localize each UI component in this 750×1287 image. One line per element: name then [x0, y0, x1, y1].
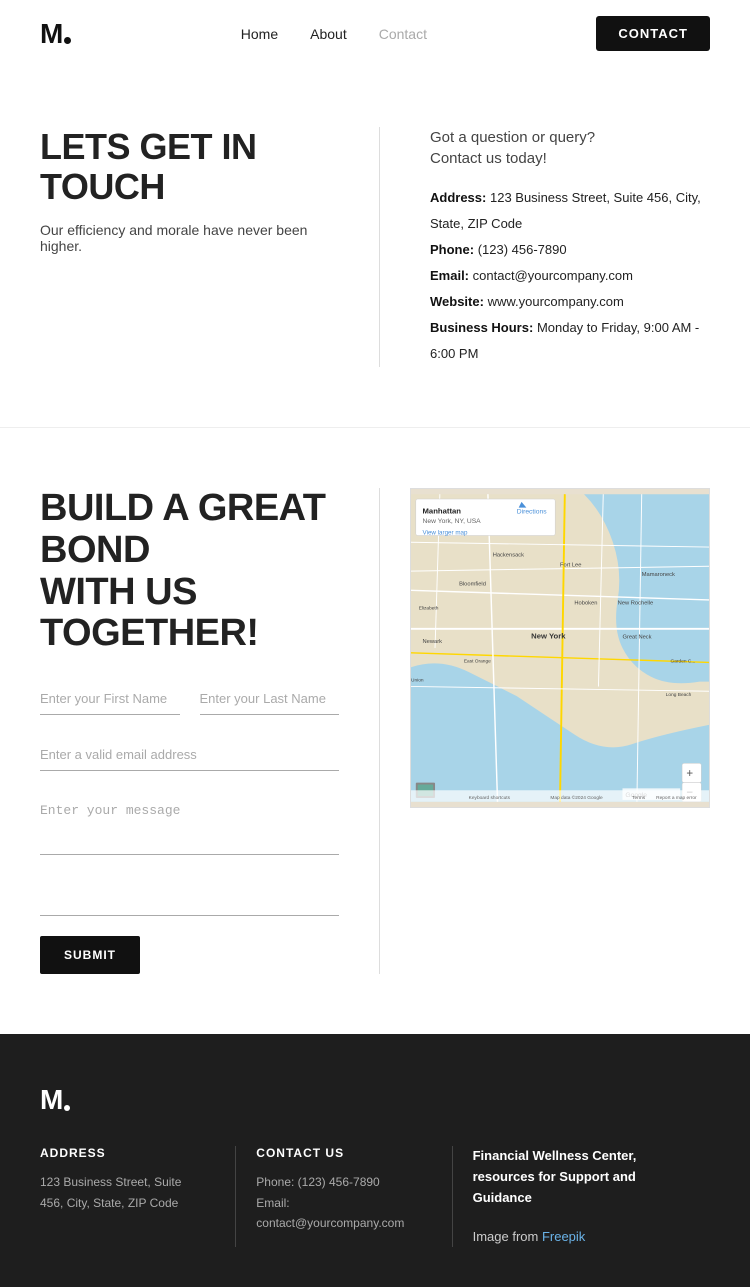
contact-tagline: Got a question or query? Contact us toda…: [430, 127, 710, 169]
svg-text:Elizabeth: Elizabeth: [419, 606, 439, 612]
footer-columns: ADDRESS 123 Business Street, Suite 456, …: [40, 1146, 710, 1247]
website-value: www.yourcompany.com: [488, 294, 624, 309]
svg-text:Union: Union: [411, 678, 424, 684]
svg-text:Terms: Terms: [632, 795, 646, 801]
website-row: Website: www.yourcompany.com: [430, 289, 710, 315]
bond-section: BUILD A GREAT BOND WITH US TOGETHER! SUB…: [0, 428, 750, 1034]
footer-divider2: [452, 1146, 453, 1247]
footer-divider1: [235, 1146, 236, 1247]
name-row: [40, 683, 339, 715]
svg-text:Newark: Newark: [423, 639, 443, 645]
last-name-group: [200, 683, 340, 715]
svg-text:Great Neck: Great Neck: [622, 634, 651, 640]
extra-group: [40, 884, 339, 916]
footer-resource-col: Financial Wellness Center, resources for…: [473, 1146, 710, 1247]
svg-text:New Rochelle: New Rochelle: [618, 601, 653, 607]
get-in-touch-section: LETS GET IN TOUCH Our efficiency and mor…: [0, 67, 750, 428]
map-svg: Newark New York Bloomfield Elizabeth Mam…: [411, 489, 709, 807]
section1-heading: LETS GET IN TOUCH: [40, 127, 339, 206]
footer-contact-col: CONTACT US Phone: (123) 456-7890 Email: …: [256, 1146, 431, 1247]
hours-row: Business Hours: Monday to Friday, 9:00 A…: [430, 315, 710, 367]
phone-label: Phone:: [430, 242, 474, 257]
footer-address-label: ADDRESS: [40, 1146, 195, 1160]
last-name-input[interactable]: [200, 683, 340, 715]
contact-info: Got a question or query? Contact us toda…: [380, 127, 710, 367]
svg-text:New York: New York: [531, 631, 566, 640]
svg-text:View larger map: View larger map: [423, 530, 468, 537]
footer-phone: Phone: (123) 456-7890: [256, 1172, 411, 1192]
address-row: Address: 123 Business Street, Suite 456,…: [430, 185, 710, 237]
svg-text:Keyboard shortcuts: Keyboard shortcuts: [469, 795, 511, 801]
contact-details: Address: 123 Business Street, Suite 456,…: [430, 185, 710, 367]
first-name-group: [40, 683, 180, 715]
svg-text:Directions: Directions: [517, 508, 548, 515]
get-in-touch-left: LETS GET IN TOUCH Our efficiency and mor…: [40, 127, 380, 367]
hours-label: Business Hours:: [430, 320, 533, 335]
email-input[interactable]: [40, 739, 339, 771]
email-label: Email:: [430, 268, 469, 283]
email-group: [40, 739, 339, 771]
svg-text:Long Beach: Long Beach: [666, 692, 692, 698]
footer-resource-text: Image from Freepik: [473, 1227, 690, 1248]
message-input[interactable]: [40, 795, 339, 855]
extra-input[interactable]: [40, 884, 339, 916]
svg-text:Fort Lee: Fort Lee: [560, 562, 581, 568]
svg-text:+: +: [686, 768, 693, 780]
contact-form-col: BUILD A GREAT BOND WITH US TOGETHER! SUB…: [40, 488, 380, 974]
phone-value: (123) 456-7890: [478, 242, 567, 257]
svg-text:Manhattan: Manhattan: [423, 506, 462, 515]
footer: M ADDRESS 123 Business Street, Suite 456…: [0, 1034, 750, 1287]
footer-resource-heading: Financial Wellness Center, resources for…: [473, 1146, 690, 1208]
address-label: Address:: [430, 190, 486, 205]
message-group: [40, 795, 339, 860]
footer-contact-label: CONTACT US: [256, 1146, 411, 1160]
map-col: Newark New York Bloomfield Elizabeth Mam…: [380, 488, 710, 974]
footer-address-col: ADDRESS 123 Business Street, Suite 456, …: [40, 1146, 215, 1247]
website-label: Website:: [430, 294, 484, 309]
footer-address-text: 123 Business Street, Suite 456, City, St…: [40, 1172, 195, 1213]
freepik-link[interactable]: Freepik: [542, 1229, 585, 1244]
submit-button[interactable]: SUBMIT: [40, 936, 140, 974]
logo[interactable]: M: [40, 20, 71, 48]
nav-contact[interactable]: Contact: [379, 26, 427, 42]
nav-links: Home About Contact: [241, 26, 427, 42]
footer-logo: M: [40, 1084, 710, 1116]
email-row: Email: contact@yourcompany.com: [430, 263, 710, 289]
svg-text:Bloomfield: Bloomfield: [459, 582, 486, 588]
navbar: M Home About Contact CONTACT: [0, 0, 750, 67]
svg-text:Map data ©2024 Google: Map data ©2024 Google: [550, 794, 603, 801]
phone-row: Phone: (123) 456-7890: [430, 237, 710, 263]
svg-text:Hoboken: Hoboken: [574, 601, 597, 607]
section1-subtext: Our efficiency and morale have never bee…: [40, 222, 339, 254]
svg-text:Garden C...: Garden C...: [671, 658, 696, 664]
footer-email: Email: contact@yourcompany.com: [256, 1193, 411, 1234]
svg-text:Hackensack: Hackensack: [493, 553, 524, 559]
svg-text:Report a map error: Report a map error: [656, 795, 697, 801]
svg-text:East Orange: East Orange: [464, 658, 491, 664]
nav-cta-button[interactable]: CONTACT: [596, 16, 710, 51]
email-value: contact@yourcompany.com: [473, 268, 633, 283]
svg-text:New York, NY, USA: New York, NY, USA: [423, 518, 482, 525]
svg-text:Mamaroneck: Mamaroneck: [642, 572, 675, 578]
bond-heading: BUILD A GREAT BOND WITH US TOGETHER!: [40, 488, 339, 655]
map-container: Newark New York Bloomfield Elizabeth Mam…: [410, 488, 710, 808]
nav-home[interactable]: Home: [241, 26, 278, 42]
nav-about[interactable]: About: [310, 26, 347, 42]
first-name-input[interactable]: [40, 683, 180, 715]
